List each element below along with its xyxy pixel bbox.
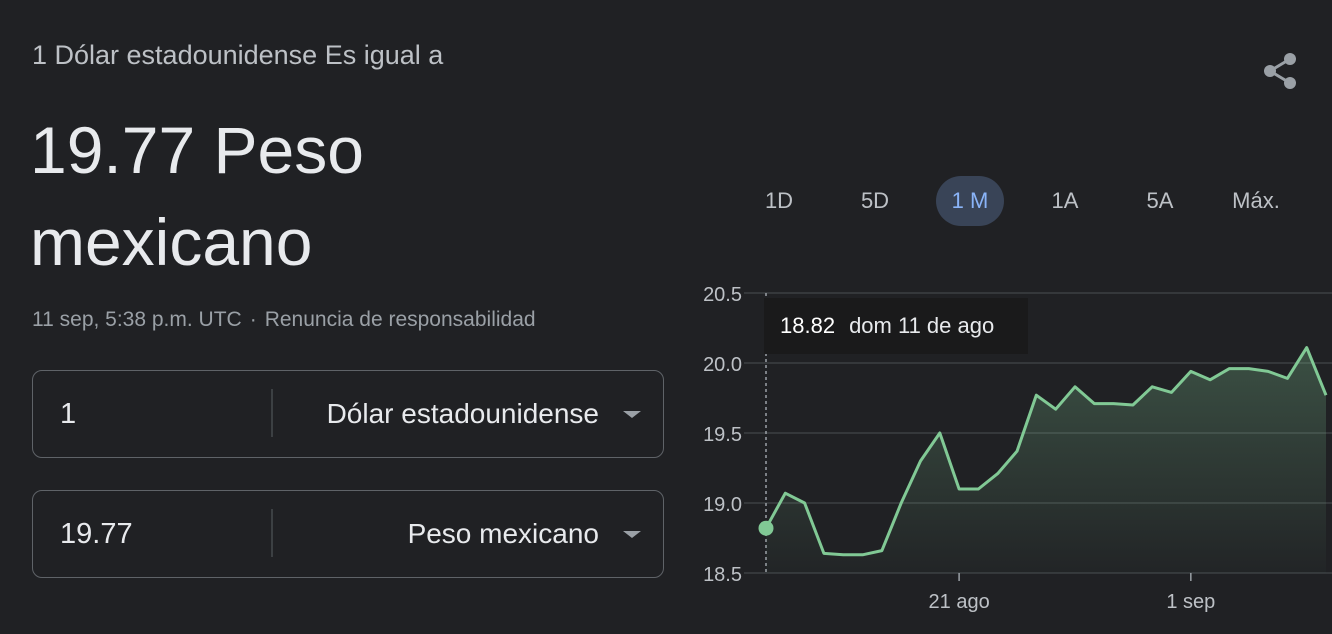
highlight-point[interactable]: [758, 520, 774, 536]
y-tick-label: 19.0: [703, 494, 742, 516]
y-tick-label: 20.5: [703, 284, 742, 306]
tooltip-date: dom 11 de ago: [849, 313, 995, 338]
exchange-rate-chart[interactable]: 20.5 20.0 19.5 19.0 18.5 21 ago 1 sep: [0, 0, 1332, 634]
y-tick-label: 19.5: [703, 424, 742, 446]
y-tick-label: 18.5: [703, 564, 742, 586]
area-fill: [766, 347, 1326, 573]
y-tick-label: 20.0: [703, 354, 742, 376]
x-tick-label: 21 ago: [929, 591, 990, 613]
tooltip-value: 18.82: [780, 313, 836, 338]
chart-tooltip: 18.82 dom 11 de ago: [764, 298, 1028, 354]
x-tick-label: 1 sep: [1166, 591, 1215, 613]
